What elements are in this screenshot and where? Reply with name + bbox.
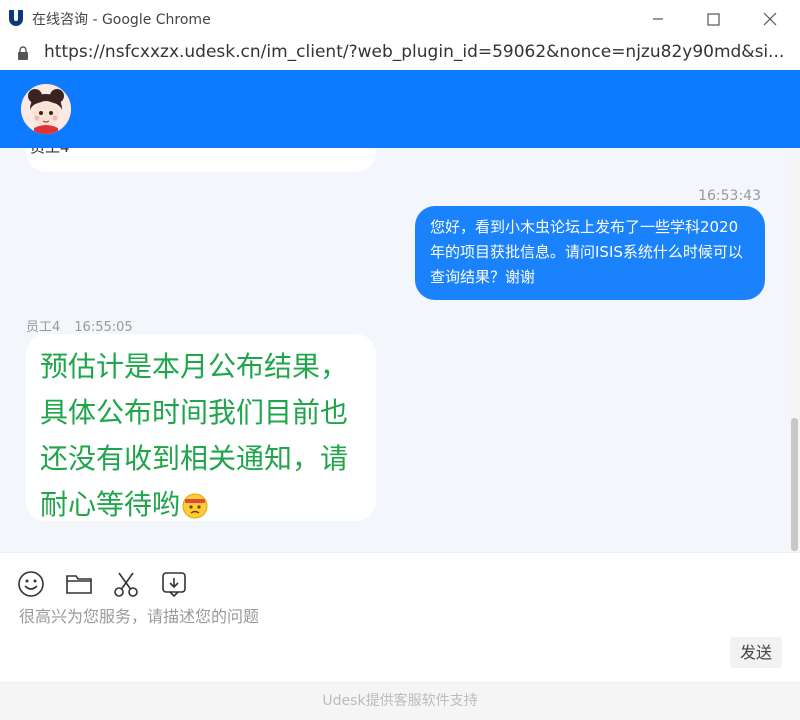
user-message-bubble: 您好，看到小木虫论坛上发布了一些学科2020年的项目获批信息。请问ISIS系统什… bbox=[415, 206, 765, 300]
message-timestamp: 16:53:43 bbox=[698, 188, 761, 204]
udesk-logo-icon bbox=[9, 10, 23, 26]
agent-message-bubble: 预估计是本月公布结果，具体公布时间我们目前也还没有收到相关通知，请耐心等待哟 bbox=[26, 334, 376, 521]
pondering-face-icon bbox=[182, 493, 208, 519]
message-input[interactable] bbox=[19, 607, 719, 626]
message-sender: 员工4 bbox=[26, 320, 61, 335]
chat-message-list: 员工4 16:53:43 您好，看到小木虫论坛上发布了一些学科2020年的项目获… bbox=[0, 148, 789, 552]
window-titlebar: 在线咨询 - Google Chrome bbox=[0, 0, 800, 39]
agent-message-meta: 员工4 16:55:05 bbox=[26, 316, 147, 335]
maximize-button[interactable] bbox=[700, 6, 726, 32]
close-window-button[interactable] bbox=[757, 6, 783, 32]
message-timestamp: 16:55:05 bbox=[74, 320, 133, 335]
close-icon bbox=[763, 12, 777, 26]
download-icon[interactable] bbox=[159, 569, 189, 599]
chat-scrollbar[interactable] bbox=[789, 148, 800, 552]
scrollbar-thumb[interactable] bbox=[791, 418, 798, 551]
url-text[interactable]: https://nsfcxxzx.udesk.cn/im_client/?web… bbox=[44, 42, 789, 62]
message-composer: 发送 bbox=[0, 552, 800, 683]
window-title: 在线咨询 - Google Chrome bbox=[32, 12, 211, 28]
agent-avatar bbox=[21, 84, 71, 134]
minimize-icon bbox=[653, 18, 663, 20]
send-button[interactable]: 发送 bbox=[730, 637, 782, 668]
lock-icon bbox=[18, 46, 28, 60]
avatar-girl-icon bbox=[21, 84, 71, 134]
powered-by-footer: Udesk提供客服软件支持 bbox=[0, 682, 800, 720]
previous-message-bubble bbox=[26, 148, 376, 172]
chat-header bbox=[0, 70, 800, 148]
emoji-icon[interactable] bbox=[16, 569, 46, 599]
folder-icon[interactable] bbox=[64, 569, 94, 599]
address-bar[interactable]: https://nsfcxxzx.udesk.cn/im_client/?web… bbox=[0, 38, 800, 71]
maximize-icon bbox=[707, 13, 720, 26]
scissors-icon[interactable] bbox=[111, 569, 141, 599]
minimize-button[interactable] bbox=[645, 6, 671, 32]
agent-name: 员工4 bbox=[30, 148, 70, 157]
